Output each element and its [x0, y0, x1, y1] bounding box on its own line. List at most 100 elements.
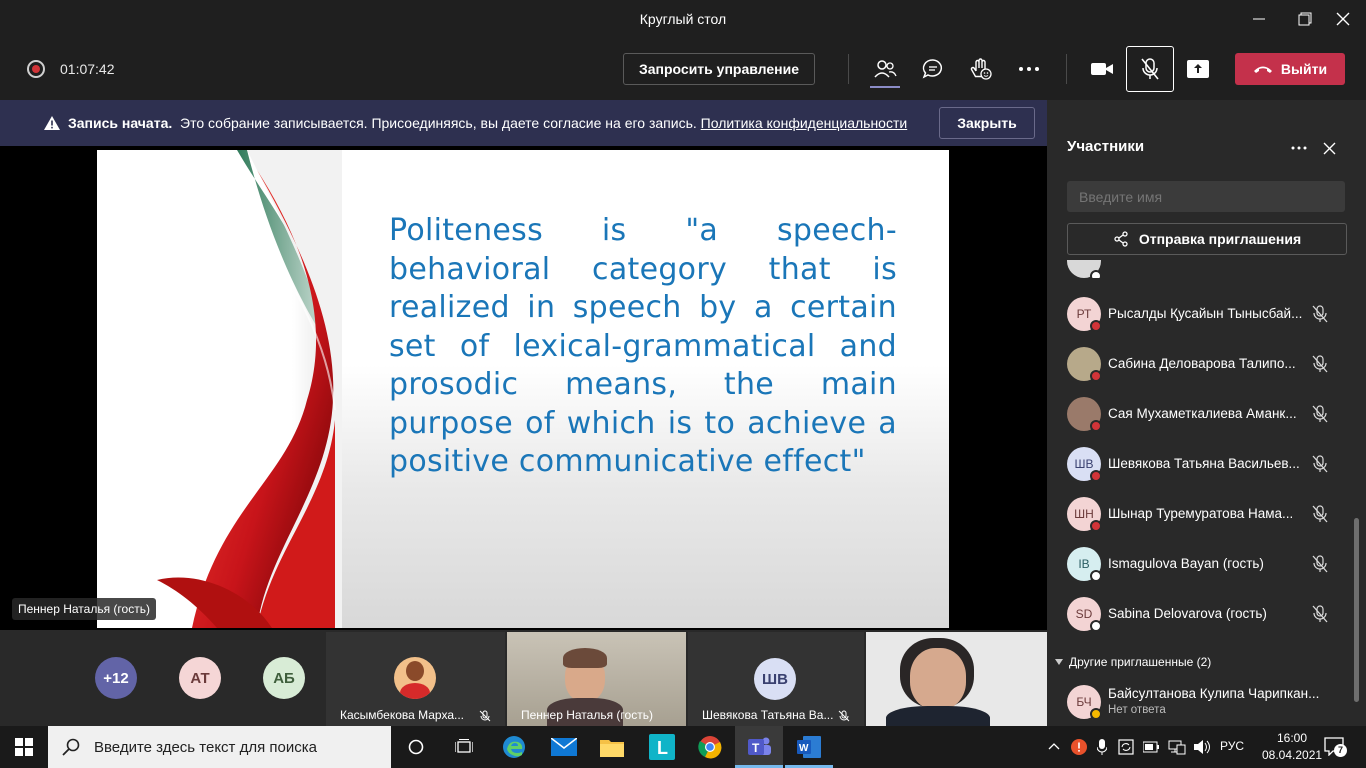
chat-button[interactable]	[916, 52, 950, 86]
mic-off-icon	[838, 710, 850, 722]
tile-name-label: Касымбекова Марха...	[340, 708, 465, 722]
mic-off-icon	[1312, 355, 1328, 373]
alert-icon[interactable]	[1071, 739, 1087, 755]
cortana-icon	[408, 739, 424, 755]
toolbar-divider	[848, 54, 849, 84]
taskbar-clock[interactable]: 16:00 08.04.2021	[1262, 730, 1322, 764]
leave-label: Выйти	[1280, 61, 1328, 77]
status-badge	[1090, 370, 1102, 382]
tile-name-label: Пеннер Наталья (гость)	[521, 708, 653, 722]
participant-strip: +12 АТ АБ Касымбекова Марха... Пеннер На…	[0, 630, 1047, 726]
action-center-button[interactable]: 7	[1324, 736, 1347, 757]
recording-notification: Запись начата. Это собрание записывается…	[0, 100, 1047, 146]
share-button[interactable]	[1181, 52, 1215, 86]
participants-panel: Участники Отправка приглашения РТ Рысалд…	[1047, 100, 1366, 726]
taskbar-app-teams[interactable]: T	[735, 726, 783, 768]
participant-row[interactable]: РТ Рысалды Қусайын Тынысбай...	[1067, 294, 1337, 334]
participant-name: Ismagulova Bayan (гость)	[1108, 556, 1264, 571]
volume-icon[interactable]	[1193, 739, 1211, 755]
people-icon	[874, 60, 897, 78]
recording-icon	[27, 60, 45, 78]
svg-text:W: W	[799, 743, 809, 754]
search-placeholder: Введите здесь текст для поиска	[94, 738, 317, 756]
more-icon	[1019, 67, 1039, 71]
mute-button[interactable]	[1126, 46, 1174, 92]
notification-count-badge: 7	[1334, 744, 1347, 757]
participant-name: Сая Мухаметкалиева Аманк...	[1108, 406, 1297, 421]
send-invite-button[interactable]: Отправка приглашения	[1067, 223, 1347, 255]
status-badge	[1090, 520, 1102, 532]
task-view-icon	[455, 739, 473, 753]
list-item	[1067, 260, 1101, 278]
status-badge	[1090, 708, 1102, 720]
avatar: АТ	[179, 657, 221, 699]
meeting-toolbar: 01:07:42 Запросить управление Выйти	[0, 38, 1366, 100]
restore-icon	[1298, 12, 1312, 26]
battery-icon[interactable]	[1143, 741, 1159, 753]
start-button[interactable]	[0, 726, 48, 768]
hang-up-icon	[1253, 66, 1272, 73]
taskbar-app-word[interactable]: W	[785, 726, 833, 768]
mic-off-icon	[1312, 555, 1328, 573]
network-icon[interactable]	[1168, 739, 1186, 755]
taskbar-app-edge[interactable]	[490, 726, 538, 768]
clock-time: 16:00	[1276, 731, 1308, 745]
panel-scrollbar[interactable]	[1354, 518, 1359, 702]
notification-title: Запись начата.	[68, 115, 173, 131]
sync-icon[interactable]	[1118, 739, 1134, 755]
leave-button[interactable]: Выйти	[1235, 53, 1345, 85]
close-icon	[1336, 12, 1350, 26]
other-invited-section-toggle[interactable]: Другие приглашенные (2)	[1055, 655, 1211, 669]
cortana-button[interactable]	[392, 726, 440, 768]
active-tab-indicator	[870, 86, 900, 88]
privacy-policy-link[interactable]: Политика конфиденциальности	[701, 115, 908, 131]
taskbar-app-l[interactable]: L	[638, 726, 686, 768]
taskbar-app-explorer[interactable]	[588, 726, 636, 768]
participants-button[interactable]	[868, 52, 902, 86]
participant-name: Шевякова Татьяна Васильев...	[1108, 456, 1300, 471]
status-badge	[1090, 620, 1102, 632]
chevron-up-icon[interactable]	[1048, 742, 1060, 750]
participant-row[interactable]: SD Sabina Delovarova (гость)	[1067, 594, 1337, 634]
participant-row[interactable]: Сабина Деловарова Талипо...	[1067, 344, 1337, 384]
notification-text: Запись начата. Это собрание записывается…	[68, 115, 907, 131]
more-icon[interactable]	[1291, 146, 1307, 150]
participant-search-input[interactable]	[1067, 181, 1345, 212]
task-view-button[interactable]	[440, 726, 488, 768]
more-participants-button[interactable]: +12	[95, 657, 137, 699]
microphone-icon[interactable]	[1097, 739, 1107, 755]
participant-row[interactable]: Сая Мухаметкалиева Аманк...	[1067, 394, 1337, 434]
close-icon[interactable]	[1323, 142, 1336, 155]
video-tile[interactable]	[866, 632, 1047, 726]
close-window-button[interactable]	[1320, 0, 1366, 38]
close-notification-button[interactable]: Закрыть	[939, 107, 1035, 139]
video-tile[interactable]: Касымбекова Марха...	[326, 632, 505, 726]
video-tile[interactable]: Пеннер Наталья (гость)	[507, 632, 686, 726]
windows-icon	[15, 738, 33, 756]
language-indicator[interactable]: РУС	[1220, 739, 1244, 753]
window-title: Круглый стол	[639, 11, 727, 27]
video-tile[interactable]: ШВ Шевякова Татьяна Ва...	[688, 632, 864, 726]
section-label: Другие приглашенные (2)	[1069, 655, 1212, 669]
participant-row[interactable]: IB Ismagulova Bayan (гость)	[1067, 544, 1337, 584]
folder-icon	[600, 740, 624, 757]
camera-button[interactable]	[1085, 52, 1119, 86]
avatar	[394, 657, 436, 699]
mic-off-icon	[1312, 505, 1328, 523]
windows-taskbar: Введите здесь текст для поиска L T W РУС…	[0, 726, 1366, 768]
reactions-button[interactable]	[964, 52, 998, 86]
camera-icon	[1091, 63, 1113, 75]
taskbar-app-chrome[interactable]	[686, 726, 734, 768]
more-actions-button[interactable]	[1012, 52, 1046, 86]
warning-icon	[44, 116, 60, 130]
minimize-button[interactable]	[1236, 0, 1282, 38]
taskbar-search-box[interactable]: Введите здесь текст для поиска	[48, 726, 391, 768]
slide-text: Politeness is "a speech-behavioral categ…	[389, 213, 897, 479]
invited-row[interactable]: БЧ Байсултанова Кулипа Чарипкан... Нет о…	[1067, 682, 1337, 722]
tile-name-label: Шевякова Татьяна Ва...	[702, 708, 834, 722]
toolbar-divider	[1066, 54, 1067, 84]
request-control-button[interactable]: Запросить управление	[623, 53, 815, 85]
participant-row[interactable]: ШВ Шевякова Татьяна Васильев...	[1067, 444, 1337, 484]
taskbar-app-mail[interactable]	[540, 726, 588, 768]
participant-row[interactable]: ШН Шынар Туремуратова Нама...	[1067, 494, 1337, 534]
